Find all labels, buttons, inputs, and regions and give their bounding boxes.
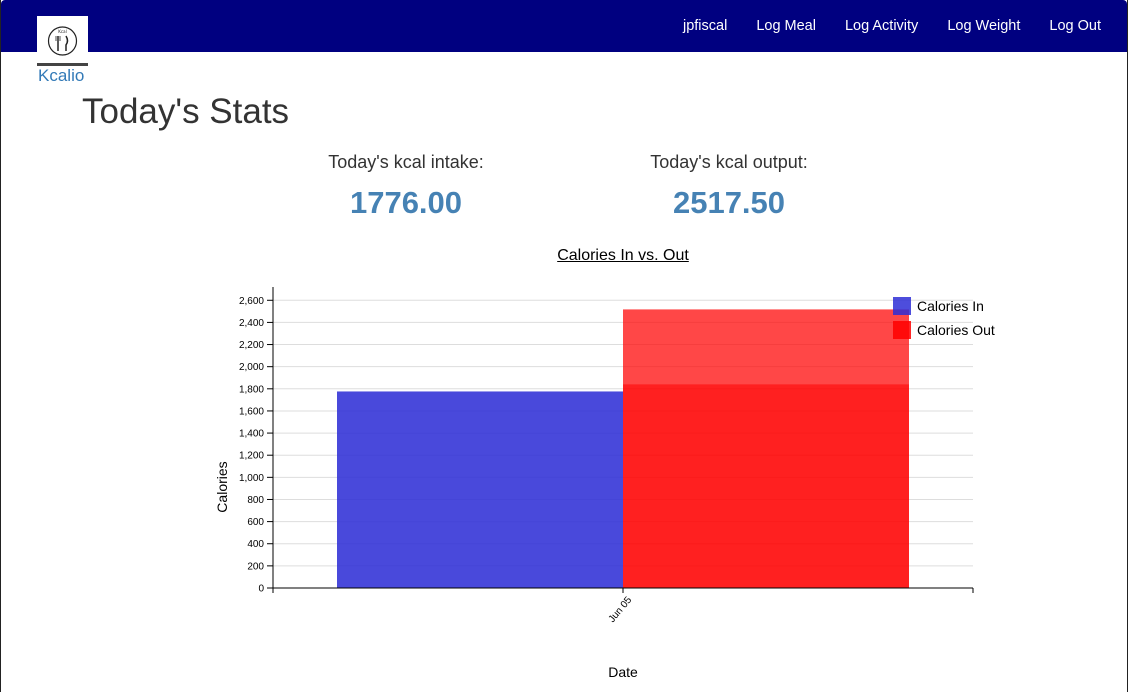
app-frame: jpfiscal Log Meal Log Activity Log Weigh… bbox=[0, 0, 1128, 692]
y-tick-label: 1,800 bbox=[239, 384, 264, 395]
y-axis-label: Calories bbox=[214, 461, 230, 512]
x-axis-label: Date bbox=[608, 664, 638, 680]
y-tick-label: 400 bbox=[247, 539, 264, 550]
bar-calories-out-overlap bbox=[623, 384, 909, 588]
y-tick-label: 200 bbox=[247, 561, 264, 572]
y-tick-label: 1,200 bbox=[239, 451, 264, 462]
legend-label: Calories Out bbox=[917, 322, 995, 338]
y-tick-label: 800 bbox=[247, 495, 264, 506]
y-tick-label: 2,400 bbox=[239, 318, 264, 329]
y-tick-label: 0 bbox=[258, 584, 264, 595]
y-tick-label: 2,600 bbox=[239, 296, 264, 307]
legend-swatch bbox=[893, 321, 911, 339]
y-tick-label: 1,400 bbox=[239, 429, 264, 440]
bar-calories-in bbox=[337, 391, 623, 588]
y-tick-label: 1,000 bbox=[239, 473, 264, 484]
y-tick-label: 2,200 bbox=[239, 340, 264, 351]
y-tick-label: 2,000 bbox=[239, 362, 264, 373]
calories-chart: 0 200 400 600 800 1,000 1,200 1,400 1,600 1,800 2,… bbox=[214, 287, 995, 680]
y-tick-label: 600 bbox=[247, 517, 264, 528]
legend-label: Calories In bbox=[917, 298, 984, 314]
legend-swatch bbox=[893, 297, 911, 315]
y-tick-label: 1,600 bbox=[239, 406, 264, 417]
x-tick-label: Jun 05 bbox=[607, 595, 635, 625]
